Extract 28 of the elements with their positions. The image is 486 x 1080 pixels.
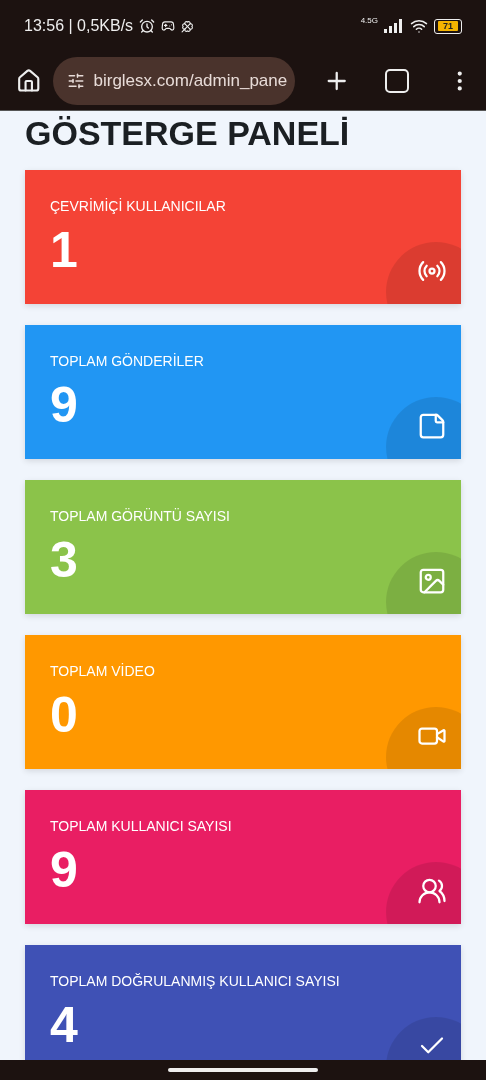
stat-value: 4	[50, 997, 78, 1053]
stat-label: TOPLAM GÖRÜNTÜ SAYISI	[50, 508, 230, 524]
page-title: GÖSTERGE PANELİ	[25, 115, 351, 151]
stat-label: TOPLAM VİDEO	[50, 663, 155, 679]
address-bar[interactable]: birglesx.com/admin_pane	[53, 57, 296, 105]
users-icon	[417, 876, 447, 906]
stat-value: 1	[50, 222, 78, 278]
stat-value: 9	[50, 377, 78, 433]
battery-level: 71	[438, 21, 458, 31]
sticky-note-icon	[417, 411, 447, 441]
stat-value: 3	[50, 532, 78, 588]
gesture-handle[interactable]	[168, 1068, 318, 1072]
stat-value: 9	[50, 842, 78, 898]
gamepad-icon	[161, 19, 176, 33]
wifi-icon	[410, 17, 428, 35]
url-text: birglesx.com/admin_pane	[93, 71, 288, 91]
stat-label: TOPLAM GÖNDERİLER	[50, 353, 204, 369]
stat-label: TOPLAM KULLANICI SAYISI	[50, 818, 232, 834]
alarm-icon	[139, 18, 156, 34]
stat-label: TOPLAM DOĞRULANMIŞ KULLANICI SAYISI	[50, 973, 340, 989]
stat-value: 0	[50, 687, 78, 743]
signal-icon	[384, 19, 404, 33]
status-time: 13:56 | 0,5KB/s	[24, 17, 134, 35]
home-icon[interactable]	[16, 68, 42, 94]
network-type: 4.5G	[360, 16, 378, 25]
image-icon	[417, 566, 447, 596]
site-settings-icon[interactable]	[67, 72, 86, 90]
stat-label: ÇEVRİMİÇİ KULLANICILAR	[50, 198, 226, 214]
